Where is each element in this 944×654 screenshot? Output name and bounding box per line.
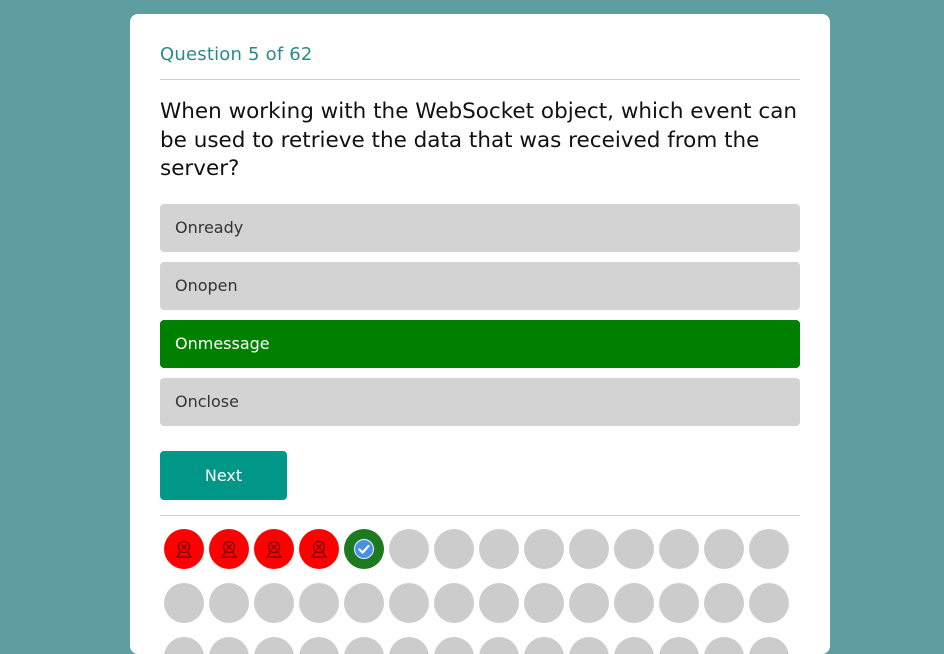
question-dot-6[interactable] [389,529,429,569]
wrong-answer-icon [263,538,285,560]
progress-divider [160,515,800,516]
wrong-answer-icon [308,538,330,560]
question-dot-26[interactable] [659,583,699,623]
question-dot-12[interactable] [659,529,699,569]
question-dot-9[interactable] [524,529,564,569]
question-dot-28[interactable] [749,583,789,623]
question-dot-29[interactable] [164,637,204,654]
question-dot-8[interactable] [479,529,519,569]
question-dot-1[interactable] [164,529,204,569]
answer-option-2[interactable]: Onopen [160,262,800,310]
question-dot-40[interactable] [659,637,699,654]
quiz-card: Question 5 of 62 When working with the W… [130,14,830,654]
question-dot-17[interactable] [254,583,294,623]
header-divider [160,79,800,80]
question-dot-41[interactable] [704,637,744,654]
question-dot-25[interactable] [614,583,654,623]
question-dot-32[interactable] [299,637,339,654]
question-dot-42[interactable] [749,637,789,654]
question-dot-20[interactable] [389,583,429,623]
question-dot-36[interactable] [479,637,519,654]
check-icon [353,538,375,560]
answer-option-4[interactable]: Onclose [160,378,800,426]
question-dot-15[interactable] [164,583,204,623]
question-dot-7[interactable] [434,529,474,569]
question-dot-38[interactable] [569,637,609,654]
question-dot-3[interactable] [254,529,294,569]
question-dot-31[interactable] [254,637,294,654]
question-dot-13[interactable] [704,529,744,569]
question-dot-4[interactable] [299,529,339,569]
question-dot-5[interactable] [344,529,384,569]
question-dot-2[interactable] [209,529,249,569]
question-counter: Question 5 of 62 [160,44,313,65]
question-dot-24[interactable] [569,583,609,623]
question-dot-35[interactable] [434,637,474,654]
question-dot-39[interactable] [614,637,654,654]
question-dot-33[interactable] [344,637,384,654]
question-dot-16[interactable] [209,583,249,623]
question-dot-27[interactable] [704,583,744,623]
question-text: When working with the WebSocket object, … [160,99,798,181]
question-dot-21[interactable] [434,583,474,623]
question-dot-22[interactable] [479,583,519,623]
question-dot-30[interactable] [209,637,249,654]
question-dot-19[interactable] [344,583,384,623]
wrong-answer-icon [173,538,195,560]
question-dot-37[interactable] [524,637,564,654]
question-dot-34[interactable] [389,637,429,654]
question-dot-10[interactable] [569,529,609,569]
answer-option-3[interactable]: Onmessage [160,320,800,368]
question-dot-14[interactable] [749,529,789,569]
question-dot-11[interactable] [614,529,654,569]
answer-option-1[interactable]: Onready [160,204,800,252]
question-dot-18[interactable] [299,583,339,623]
question-dot-23[interactable] [524,583,564,623]
wrong-answer-icon [218,538,240,560]
next-button[interactable]: Next [160,451,287,500]
